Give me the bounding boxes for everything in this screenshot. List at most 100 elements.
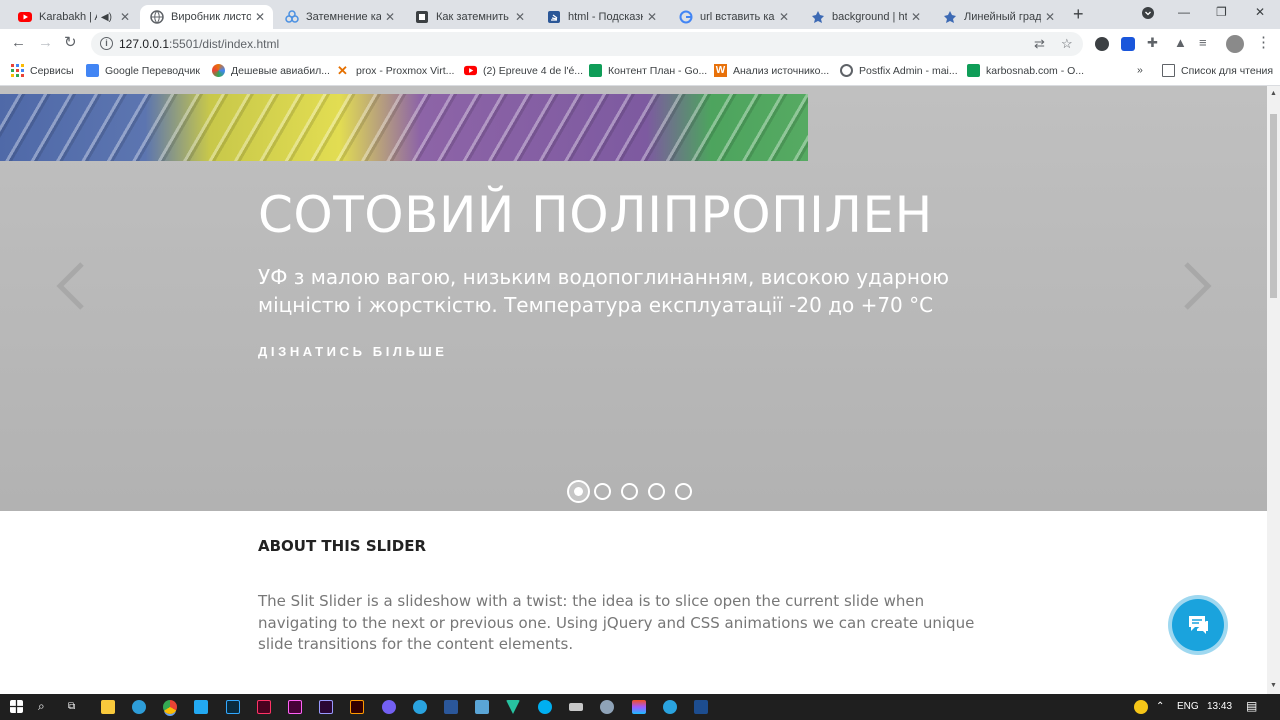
bookmark-item[interactable]: Сервисы	[11, 64, 74, 77]
bookmark-item[interactable]: W Анализ источнико...	[714, 64, 829, 77]
site-info-icon[interactable]: i	[100, 37, 113, 50]
tab[interactable]: html - Подсказки ✕	[537, 5, 665, 29]
slide-dot[interactable]	[648, 483, 665, 500]
bookmark-label: Сервисы	[30, 64, 74, 77]
browser-toolbar: ← → ↻ i 127.0.0.1:5501/dist/index.html ⇄…	[0, 29, 1280, 59]
app-icon[interactable]	[506, 700, 520, 714]
labs-icon[interactable]: ▲	[1174, 35, 1187, 51]
media-control-icon[interactable]: ≡	[1199, 35, 1207, 51]
minimize-icon[interactable]: —	[1178, 5, 1190, 19]
xd-icon[interactable]	[288, 700, 302, 714]
close-icon[interactable]: ✕	[779, 10, 789, 24]
task-view-icon[interactable]: ⧉	[68, 701, 75, 712]
telegram-icon[interactable]	[413, 700, 427, 714]
illustrator-icon[interactable]	[350, 700, 364, 714]
globe-icon	[150, 10, 164, 24]
close-icon[interactable]: ✕	[515, 10, 525, 24]
close-icon[interactable]: ✕	[120, 10, 130, 24]
app-icon[interactable]	[475, 700, 489, 714]
bookmark-item[interactable]: Google Переводчик	[86, 64, 200, 77]
tab-strip: Karabakh | Az ◀) ✕ Виробник листо ✕ Зате…	[0, 0, 1280, 29]
extension-icon[interactable]	[1095, 37, 1109, 51]
vscode-icon[interactable]	[194, 700, 208, 714]
extension-icon[interactable]	[1121, 37, 1135, 51]
bookmark-item[interactable]: Postfix Admin - mai...	[840, 64, 958, 77]
search-icon[interactable]: ⌕	[38, 699, 45, 714]
page-scrollbar[interactable]: ▲ ▼	[1267, 86, 1280, 694]
tab[interactable]: background | htm ✕	[801, 5, 929, 29]
explorer-icon[interactable]	[101, 700, 115, 714]
bookmark-item[interactable]: Контент План - Go...	[589, 64, 707, 77]
forward-icon[interactable]: →	[38, 35, 53, 51]
menu-icon[interactable]: ⋮	[1256, 35, 1271, 51]
bookmark-item[interactable]: ✕ prox - Proxmox Virt...	[337, 64, 454, 77]
slide-dot[interactable]	[621, 483, 638, 500]
figma-icon[interactable]	[632, 700, 646, 714]
scroll-up-icon[interactable]: ▲	[1270, 90, 1277, 97]
bookmark-item[interactable]: Дешевые авиабил...	[212, 64, 330, 77]
clock[interactable]: 13:43	[1207, 701, 1232, 712]
tray-chevron-icon[interactable]: ⌃	[1156, 701, 1164, 712]
start-icon[interactable]	[10, 700, 23, 713]
reading-list-button[interactable]: Список для чтения	[1162, 64, 1273, 77]
premiere-icon[interactable]	[319, 700, 333, 714]
tab-title: Линейный гради	[964, 11, 1041, 23]
notification-icon[interactable]: ▤	[1246, 699, 1257, 713]
close-icon[interactable]: ✕	[647, 10, 657, 24]
edge-icon[interactable]	[132, 700, 146, 714]
close-icon[interactable]: ✕	[255, 10, 265, 24]
tab[interactable]: Затемнение карт ✕	[275, 5, 403, 29]
bookmark-label: Контент План - Go...	[608, 64, 708, 77]
next-arrow-icon[interactable]	[1176, 256, 1216, 316]
learn-more-link[interactable]: ДІЗНАТИСЬ БІЛЬШЕ	[258, 344, 448, 359]
restore-icon[interactable]: ❐	[1216, 5, 1227, 19]
scroll-down-icon[interactable]: ▼	[1270, 682, 1277, 689]
chat-button[interactable]	[1172, 599, 1224, 651]
url-text[interactable]: 127.0.0.1:5501/dist/index.html	[119, 37, 279, 51]
tab[interactable]: Как затемнить из ✕	[405, 5, 533, 29]
help-icon[interactable]	[1134, 700, 1148, 714]
slide-dot[interactable]	[594, 483, 611, 500]
address-bar[interactable]: i 127.0.0.1:5501/dist/index.html ⇄ ☆	[91, 32, 1083, 56]
new-tab-button[interactable]: +	[1073, 5, 1084, 23]
app-icon[interactable]	[600, 700, 614, 714]
bookmark-label: Анализ источнико...	[733, 64, 830, 77]
word-icon[interactable]	[444, 700, 458, 714]
telegram-icon[interactable]	[663, 700, 677, 714]
tab[interactable]: Karabakh | Az ◀) ✕	[8, 5, 138, 29]
app-icon[interactable]	[569, 703, 583, 711]
site-icon	[415, 10, 429, 24]
powershell-icon[interactable]	[694, 700, 708, 714]
bookmark-item[interactable]: karbosnab.com - О...	[967, 64, 1084, 77]
translate-icon[interactable]: ⇄	[1034, 36, 1045, 52]
bookmark-item[interactable]: (2) Epreuve 4 de l'é...	[464, 64, 583, 77]
puzzle-icon[interactable]: ✚	[1147, 35, 1158, 51]
language-indicator[interactable]: ENG	[1177, 701, 1199, 712]
tab-search-icon[interactable]	[1142, 7, 1154, 22]
tab[interactable]: url вставить карт ✕	[669, 5, 797, 29]
bookmarks-overflow-button[interactable]: »	[1137, 64, 1143, 76]
slide-dot[interactable]	[567, 480, 590, 503]
tab[interactable]: Линейный гради ✕	[933, 5, 1063, 29]
tab-title: url вставить карт	[700, 11, 775, 23]
indesign-icon[interactable]	[257, 700, 271, 714]
back-icon[interactable]: ←	[11, 35, 26, 51]
slide-dot[interactable]	[675, 483, 692, 500]
viber-icon[interactable]	[382, 700, 396, 714]
close-icon[interactable]: ✕	[911, 10, 921, 24]
skype-icon[interactable]	[538, 700, 552, 714]
youtube-icon	[18, 10, 32, 24]
speaker-icon[interactable]: ◀)	[101, 12, 112, 23]
close-icon[interactable]: ✕	[385, 10, 395, 24]
translate-icon	[86, 64, 99, 77]
bookmark-star-icon[interactable]: ☆	[1061, 36, 1073, 52]
avatar[interactable]	[1226, 35, 1244, 53]
prev-arrow-icon[interactable]	[52, 256, 92, 316]
reload-icon[interactable]: ↻	[64, 35, 77, 51]
chrome-icon[interactable]	[163, 700, 177, 714]
scrollbar-thumb[interactable]	[1270, 114, 1277, 298]
close-icon[interactable]: ✕	[1045, 10, 1055, 24]
photoshop-icon[interactable]	[226, 700, 240, 714]
tab-active[interactable]: Виробник листо ✕	[140, 5, 273, 29]
close-window-icon[interactable]: ✕	[1255, 5, 1265, 19]
